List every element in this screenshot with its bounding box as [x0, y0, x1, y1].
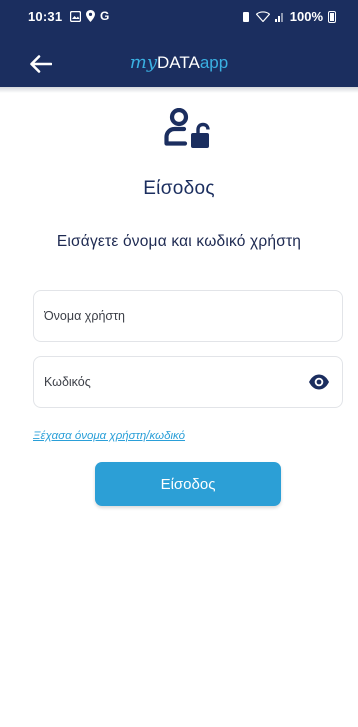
carrier-letter: G [100, 9, 110, 23]
password-input[interactable] [34, 357, 342, 407]
battery-icon [328, 10, 336, 23]
status-left-icons: G [70, 9, 109, 23]
username-field-container [33, 290, 343, 342]
vibrate-icon [242, 11, 249, 22]
page-subtitle: Εισάγετε όνομα και κωδικό χρήστη [56, 233, 302, 250]
status-right: 100% [241, 9, 336, 24]
logo-data: DATA [157, 53, 200, 72]
user-unlock-icon [164, 108, 210, 148]
logo-my: my [129, 52, 158, 73]
logo-app: app [199, 53, 229, 72]
battery-percent: 100% [289, 9, 323, 24]
eye-icon[interactable] [308, 373, 330, 391]
status-bar: 10:31 G 100% [0, 0, 358, 40]
wifi-icon [255, 11, 270, 22]
header-shadow [0, 87, 358, 93]
page-title: Είσοδος [143, 178, 215, 199]
location-icon [86, 10, 95, 22]
password-field-container [33, 356, 343, 408]
username-input[interactable] [34, 291, 342, 341]
app-bar: myDATAapp [0, 40, 358, 87]
login-button[interactable]: Είσοδος [95, 462, 281, 506]
signal-icon [274, 13, 283, 22]
app-screen: 10:31 G 100% myDATAapp Είσοδος Εισάγετε … [0, 0, 358, 727]
forgot-credentials-link[interactable]: Ξέχασα όνομα χρήστη/κωδικό [33, 430, 185, 442]
status-time: 10:31 [28, 9, 63, 24]
app-logo: myDATAapp [0, 52, 358, 73]
gallery-icon [70, 10, 81, 22]
